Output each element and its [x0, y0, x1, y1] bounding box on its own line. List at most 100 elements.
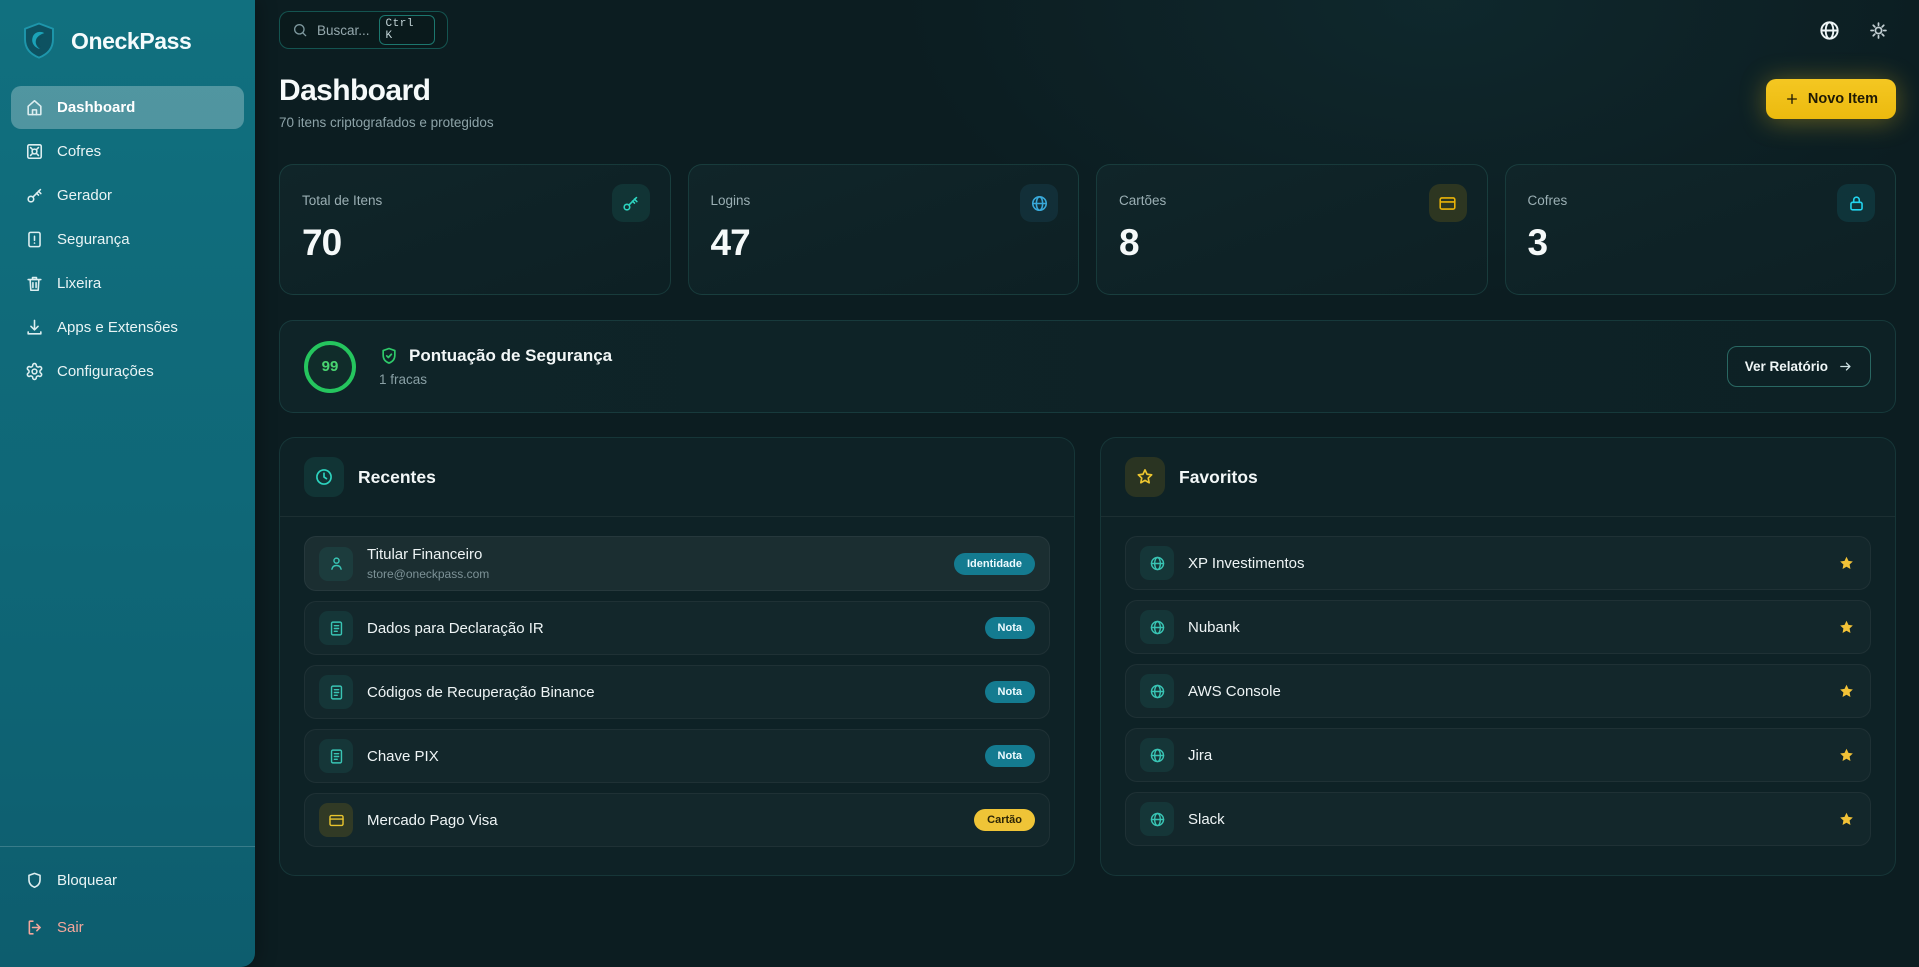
sidebar-item-configuracoes[interactable]: Configurações: [11, 350, 244, 393]
globe-icon-badge: [1020, 184, 1058, 222]
recent-item-title: Mercado Pago Visa: [367, 812, 960, 829]
security-subtitle: 1 fracas: [379, 372, 612, 387]
stat-card-logins[interactable]: Logins47: [688, 164, 1080, 295]
key-icon: [25, 186, 44, 205]
search-input[interactable]: Buscar... Ctrl K: [279, 11, 448, 49]
trash-icon: [25, 274, 44, 293]
stat-value: 70: [302, 222, 648, 264]
sidebar-item-label: Dashboard: [57, 99, 135, 116]
globe-icon-badge: [1140, 610, 1174, 644]
view-report-button[interactable]: Ver Relatório: [1727, 346, 1871, 387]
item-type-badge: Nota: [985, 617, 1035, 639]
app-logo: OneckPass: [0, 0, 255, 86]
theme-toggle-button[interactable]: [1868, 20, 1889, 41]
clock-icon-badge: [304, 457, 344, 497]
language-globe-button[interactable]: [1818, 19, 1841, 42]
gear-icon: [25, 362, 44, 381]
sidebar-item-dashboard[interactable]: Dashboard: [11, 86, 244, 129]
sidebar-item-label: Cofres: [57, 143, 101, 160]
page-header-texts: Dashboard 70 itens criptografados e prot…: [279, 74, 494, 130]
globe-icon-badge: [1140, 546, 1174, 580]
stat-label: Cartões: [1119, 193, 1465, 208]
favorite-item-xp-investimentos[interactable]: XP Investimentos: [1125, 536, 1871, 590]
note-icon: [328, 748, 345, 765]
page-title: Dashboard: [279, 74, 494, 108]
plus-icon: [1784, 91, 1800, 107]
page-subtitle: 70 itens criptografados e protegidos: [279, 115, 494, 130]
security-score-ring: 99: [304, 341, 356, 393]
credit-card-icon-badge: [319, 803, 353, 837]
recent-item-chave-pix[interactable]: Chave PIXNota: [304, 729, 1050, 783]
vault-icon: [25, 142, 44, 161]
sidebar-item-gerador[interactable]: Gerador: [11, 174, 244, 217]
sidebar-item-apps-e-extensoes[interactable]: Apps e Extensões: [11, 306, 244, 349]
recent-item-title: Códigos de Recuperação Binance: [367, 684, 971, 701]
page-header: Dashboard 70 itens criptografados e prot…: [279, 74, 1896, 130]
sidebar-item-cofres[interactable]: Cofres: [11, 130, 244, 173]
lock-icon: [1847, 194, 1866, 213]
note-icon: [328, 684, 345, 701]
credit-card-icon-badge: [1429, 184, 1467, 222]
recent-item-mercado-pago-visa[interactable]: Mercado Pago Visa Cartão: [304, 793, 1050, 847]
credit-card-icon: [328, 812, 345, 829]
recent-item-texts: Dados para Declaração IR: [367, 620, 971, 637]
item-type-badge: Nota: [985, 745, 1035, 767]
stat-card-total-de-itens[interactable]: Total de Itens 70: [279, 164, 671, 295]
item-type-badge: Cartão: [974, 809, 1035, 831]
user-icon: [328, 555, 345, 572]
search-shortcut-kbd: Ctrl K: [379, 15, 435, 45]
stat-card-cofres[interactable]: Cofres3: [1505, 164, 1897, 295]
globe-icon: [1149, 683, 1166, 700]
recent-item-titular-financeiro[interactable]: Titular Financeirostore@oneckpass.comIde…: [304, 536, 1050, 591]
star-filled-icon[interactable]: [1837, 554, 1856, 573]
stat-value: 3: [1528, 222, 1874, 264]
favorite-item-title: AWS Console: [1188, 683, 1281, 700]
globe-icon-badge: [1140, 802, 1174, 836]
lock-icon-badge: [1837, 184, 1875, 222]
app-title: OneckPass: [71, 28, 191, 55]
sidebar-item-lixeira[interactable]: Lixeira: [11, 262, 244, 305]
star-filled-icon[interactable]: [1837, 682, 1856, 701]
globe-icon: [1030, 194, 1049, 213]
star-filled-icon[interactable]: [1837, 746, 1856, 765]
shield-icon: [25, 871, 44, 890]
sidebar-item-seguranca[interactable]: Segurança: [11, 218, 244, 261]
favorite-item-title: Nubank: [1188, 619, 1240, 636]
new-item-button[interactable]: Novo Item: [1766, 79, 1896, 119]
search-placeholder: Buscar...: [317, 23, 370, 38]
favorite-item-jira[interactable]: Jira: [1125, 728, 1871, 782]
stat-value: 8: [1119, 222, 1465, 264]
stat-card-cartoes[interactable]: Cartões 8: [1096, 164, 1488, 295]
security-title: Pontuação de Segurança: [409, 346, 612, 366]
recent-item-codigos-de-recuperacao-binance[interactable]: Códigos de Recuperação BinanceNota: [304, 665, 1050, 719]
key-round-icon: [621, 194, 640, 213]
sidebar-item-label: Lixeira: [57, 275, 101, 292]
favorite-item-slack[interactable]: Slack: [1125, 792, 1871, 846]
star-filled-icon[interactable]: [1837, 618, 1856, 637]
sidebar: OneckPass Dashboard Cofres Gerador Seguranç…: [0, 0, 255, 967]
clock-icon: [314, 467, 334, 487]
sidebar-item-label: Segurança: [57, 231, 130, 248]
shield-logo-icon: [18, 20, 60, 62]
sidebar-footer-label: Sair: [57, 919, 84, 936]
favorite-item-aws-console[interactable]: AWS Console: [1125, 664, 1871, 718]
app-root: OneckPass Dashboard Cofres Gerador Seguranç…: [0, 0, 1919, 967]
note-icon-badge: [319, 739, 353, 773]
favorite-item-title: Jira: [1188, 747, 1212, 764]
sidebar-footer-item-bloquear[interactable]: Bloquear: [11, 859, 244, 902]
star-filled-icon[interactable]: [1837, 810, 1856, 829]
favorite-item-nubank[interactable]: Nubank: [1125, 600, 1871, 654]
sidebar-item-label: Configurações: [57, 363, 154, 380]
recents-list: Titular Financeirostore@oneckpass.comIde…: [280, 517, 1074, 866]
sidebar-footer-item-sair[interactable]: Sair: [11, 906, 244, 949]
globe-icon: [1149, 555, 1166, 572]
stat-label: Total de Itens: [302, 193, 648, 208]
star-icon-badge: [1125, 457, 1165, 497]
home-icon: [25, 98, 44, 117]
note-icon-badge: [319, 675, 353, 709]
note-icon-badge: [319, 611, 353, 645]
recent-item-dados-para-declaracao-ir[interactable]: Dados para Declaração IR Nota: [304, 601, 1050, 655]
recent-item-texts: Titular Financeirostore@oneckpass.com: [367, 546, 940, 581]
main-area: Buscar... Ctrl K Dashboard 70 itens crip…: [255, 0, 1919, 967]
recent-item-texts: Códigos de Recuperação Binance: [367, 684, 971, 701]
